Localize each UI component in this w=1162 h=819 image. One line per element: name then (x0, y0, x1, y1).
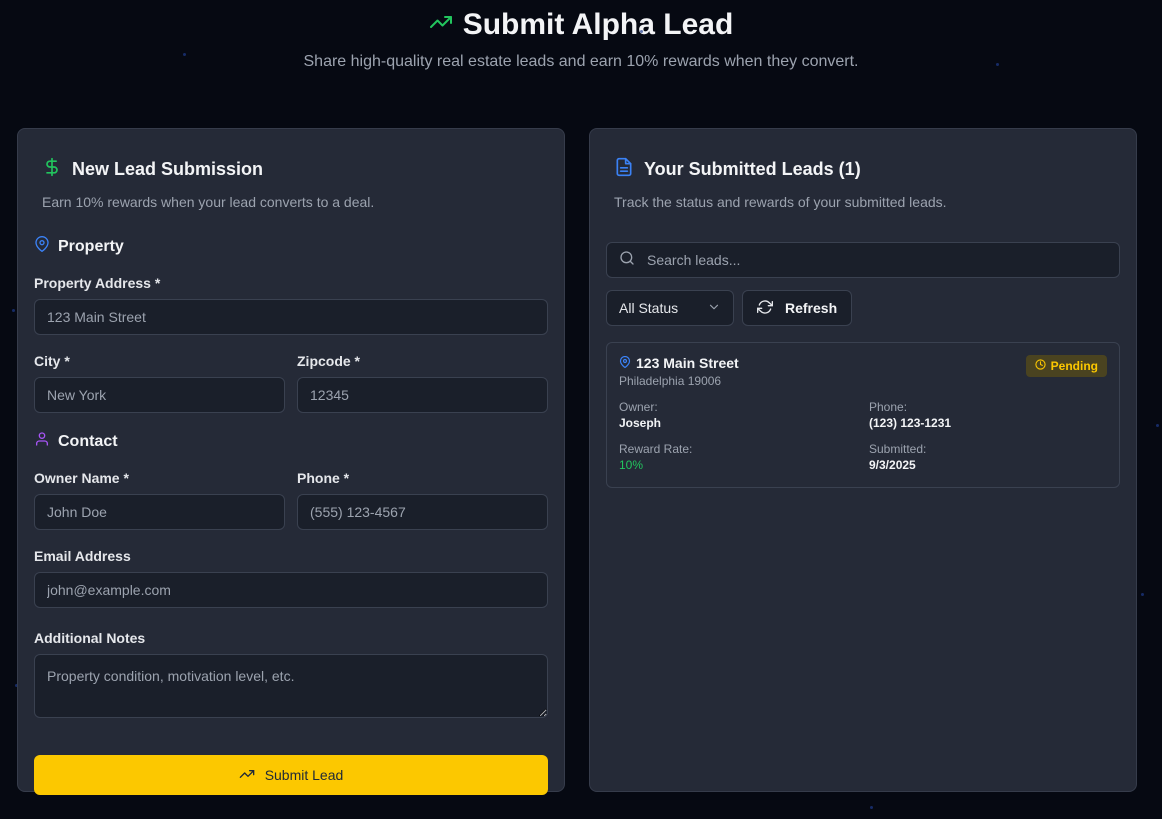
city-label: City * (34, 353, 70, 369)
phone-label: Phone: (869, 400, 908, 414)
reward-rate-value: 10% (619, 458, 644, 472)
contact-section-title: Contact (34, 431, 548, 452)
refresh-button[interactable]: Refresh (742, 290, 853, 326)
status-filter-select[interactable]: All Status (606, 290, 734, 326)
user-icon (34, 431, 50, 452)
search-box (606, 242, 1120, 278)
submitted-leads-card: Your Submitted Leads (1) Track the statu… (589, 128, 1137, 792)
lead-address-text: 123 Main Street (636, 355, 739, 371)
card-title: New Lead Submission (42, 157, 564, 182)
submitted-value: 9/3/2025 (869, 458, 916, 472)
search-input[interactable] (647, 252, 1107, 268)
property-address-label: Property Address * (34, 275, 161, 291)
owner-label: Owner: (619, 400, 658, 414)
phone-value: (123) 123-1231 (869, 416, 952, 430)
property-address-input[interactable] (34, 299, 548, 335)
card-title-text: Your Submitted Leads (1) (644, 159, 861, 179)
city-input[interactable] (34, 377, 285, 413)
status-filter-value: All Status (619, 300, 679, 316)
property-section-text: Property (58, 237, 124, 255)
email-input[interactable] (34, 572, 548, 608)
property-section-title: Property (34, 236, 548, 257)
reward-rate-label: Reward Rate: (619, 442, 693, 456)
page-title-text: Submit Alpha Lead (462, 8, 734, 41)
chevron-down-icon (707, 300, 721, 317)
map-pin-icon (34, 236, 50, 257)
map-pin-icon (619, 355, 631, 371)
owner-name-input[interactable] (34, 494, 285, 530)
owner-value: Joseph (619, 416, 662, 430)
zipcode-label: Zipcode * (297, 353, 361, 369)
zipcode-input[interactable] (297, 377, 548, 413)
lead-form: Property Property Address * City * Zipco… (18, 236, 564, 795)
page-header: Submit Alpha Lead Share high-quality rea… (0, 0, 1162, 74)
trending-up-icon (429, 8, 453, 42)
status-badge-text: Pending (1050, 359, 1098, 373)
phone-label: Phone * (297, 470, 350, 486)
submit-lead-label: Submit Lead (264, 767, 344, 783)
file-text-icon (614, 157, 634, 182)
card-description: Track the status and rewards of your sub… (614, 194, 947, 210)
lead-item[interactable]: 123 Main Street Philadelphia 19006 Pendi… (606, 342, 1120, 488)
lead-submission-card: New Lead Submission Earn 10% rewards whe… (17, 128, 565, 795)
owner-name-label: Owner Name * (34, 470, 129, 486)
phone-input[interactable] (297, 494, 548, 530)
clock-icon (1035, 359, 1046, 373)
refresh-icon (757, 299, 773, 318)
refresh-label: Refresh (785, 300, 838, 316)
email-label: Email Address (34, 548, 131, 564)
page-title: Submit Alpha Lead (429, 8, 734, 42)
submitted-label: Submitted: (869, 442, 927, 456)
card-description: Earn 10% rewards when your lead converts… (42, 194, 375, 210)
card-title: Your Submitted Leads (1) (614, 157, 1136, 182)
trending-up-icon (239, 766, 255, 785)
submit-lead-button[interactable]: Submit Lead (34, 755, 548, 795)
notes-label: Additional Notes (34, 630, 146, 646)
search-icon (619, 250, 635, 271)
notes-textarea[interactable] (34, 654, 548, 718)
page-subtitle: Share high-quality real estate leads and… (303, 53, 859, 70)
dollar-icon (42, 157, 62, 182)
card-title-text: New Lead Submission (72, 159, 264, 179)
status-badge: Pending (1025, 355, 1107, 377)
contact-section-text: Contact (58, 432, 118, 450)
